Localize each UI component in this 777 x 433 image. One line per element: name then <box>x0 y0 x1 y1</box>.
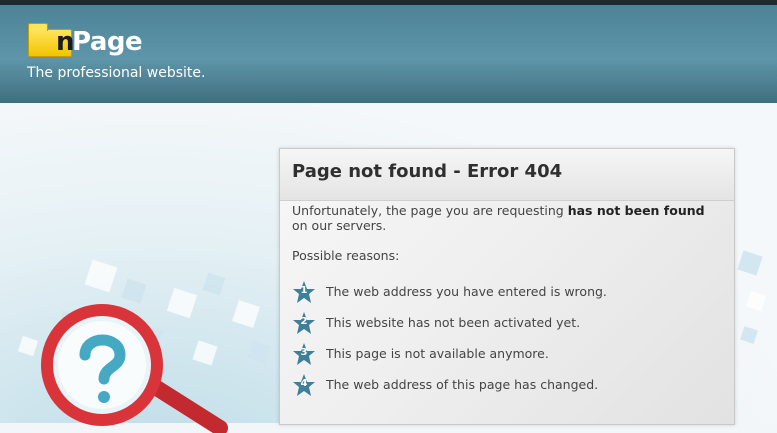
decor-tile <box>84 259 118 293</box>
decor-tile <box>740 326 758 344</box>
decor-tile <box>737 250 763 276</box>
reason-item: 2 This website has not been activated ye… <box>292 311 722 335</box>
reason-text: This website has not been activated yet. <box>326 315 581 330</box>
decor-tile <box>17 335 39 357</box>
message-end: on our servers. <box>292 218 387 233</box>
site-header: n Page The professional website. <box>0 5 777 103</box>
logo-page: Page <box>72 27 143 57</box>
reason-number: 3 <box>300 347 308 358</box>
reason-item: 4 The web address of this page has chang… <box>292 373 722 397</box>
page-title: Page not found - Error 404 <box>292 161 563 182</box>
decor-tile <box>202 272 226 296</box>
reason-text: This page is not available anymore. <box>326 346 549 361</box>
npage-logo[interactable]: n Page <box>28 23 158 59</box>
reason-item: 3 This page is not available anymore. <box>292 342 722 366</box>
decor-tile <box>745 290 767 312</box>
reason-number: 4 <box>300 378 308 389</box>
reason-text: The web address you have entered is wron… <box>326 284 607 299</box>
decor-tile <box>247 340 271 364</box>
possible-reasons-label: Possible reasons: <box>292 248 400 263</box>
tagline: The professional website. <box>27 65 206 81</box>
message-start: Unfortunately, the page you are requesti… <box>292 203 568 218</box>
decor-tile <box>232 300 260 328</box>
magnifier-question-icon <box>41 304 228 433</box>
error-panel: Page not found - Error 404 Unfortunately… <box>279 148 735 425</box>
reason-number: 2 <box>300 316 308 327</box>
decor-tile <box>121 278 147 304</box>
reason-number: 1 <box>300 285 308 296</box>
reason-text: The web address of this page has changed… <box>326 377 599 392</box>
message-bold: has not been found <box>567 203 705 218</box>
error-message: Unfortunately, the page you are requesti… <box>292 203 722 233</box>
reason-item: 1 The web address you have entered is wr… <box>292 280 722 304</box>
